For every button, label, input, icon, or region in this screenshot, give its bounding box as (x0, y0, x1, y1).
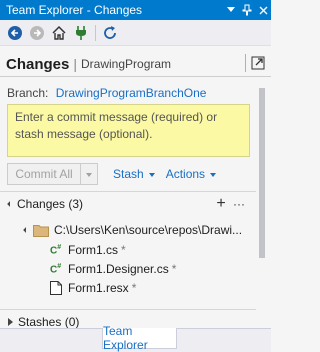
file-name: Form1.resx (68, 281, 129, 295)
tab-team-explorer[interactable]: Team Explorer (102, 324, 177, 352)
vertical-scrollbar[interactable] (258, 80, 268, 320)
changes-page: Changes | DrawingProgram Branch: Drawing… (0, 46, 271, 328)
back-icon[interactable] (4, 22, 26, 44)
stash-label: Stash (113, 167, 144, 181)
commit-dropdown-button[interactable] (81, 163, 98, 185)
branch-label: Branch: (7, 86, 49, 100)
repo-name: DrawingProgram (81, 57, 172, 71)
team-explorer-toolbar (0, 20, 271, 46)
pending-change-marker: * (121, 243, 126, 257)
chevron-down-icon (210, 172, 217, 177)
file-name: Form1.cs (68, 243, 119, 257)
bottom-tab-bar: Team Explorer (0, 324, 271, 352)
page-title: Changes (6, 55, 70, 73)
title-bar: Team Explorer - Changes (0, 0, 271, 20)
forward-icon[interactable] (26, 22, 48, 44)
collapse-triangle-icon[interactable] (8, 318, 13, 326)
file-name: Form1.Designer.cs (68, 262, 169, 276)
stashes-title: Stashes (0) (18, 315, 80, 328)
commit-all-button[interactable]: Commit All (7, 163, 81, 185)
plus-icon[interactable]: + (214, 195, 228, 212)
refresh-icon[interactable] (99, 22, 121, 44)
stash-button[interactable]: Stash (113, 167, 155, 181)
csharp-file-icon: C# (50, 243, 62, 257)
header-separator (0, 76, 271, 77)
actions-button[interactable]: Actions (165, 167, 217, 181)
section-divider (0, 309, 256, 310)
file-item[interactable]: C# Form1.cs * (50, 241, 256, 259)
expand-triangle-icon[interactable] (7, 201, 13, 207)
section-divider (0, 191, 256, 192)
file-item[interactable]: Form1.resx * (50, 279, 256, 297)
pending-change-marker: * (131, 281, 137, 295)
close-icon[interactable] (255, 1, 271, 19)
folder-icon (33, 224, 49, 237)
pending-change-marker: * (171, 262, 177, 276)
window-title: Team Explorer - Changes (6, 3, 143, 17)
resource-file-icon (50, 281, 68, 295)
changes-section-header[interactable]: Changes (3) + ··· (0, 195, 256, 212)
scrollbar-thumb[interactable] (259, 88, 265, 258)
toolbar-separator (95, 24, 96, 41)
open-in-new-window-icon[interactable] (250, 55, 266, 71)
chevron-down-icon[interactable] (223, 1, 239, 19)
pin-icon[interactable] (239, 1, 255, 19)
file-item[interactable]: C# Form1.Designer.cs * (50, 260, 256, 278)
actions-label: Actions (165, 167, 206, 181)
folder-node[interactable]: C:\Users\Ken\source\repos\Drawi... (20, 221, 256, 239)
more-options-icon[interactable]: ··· (230, 196, 248, 212)
chevron-down-icon (86, 172, 92, 177)
expand-triangle-icon[interactable] (23, 227, 29, 233)
folder-path: C:\Users\Ken\source\repos\Drawi... (54, 223, 243, 237)
title-divider: | (73, 56, 77, 72)
connect-icon[interactable] (70, 22, 92, 44)
home-icon[interactable] (48, 22, 70, 44)
branch-row: Branch: DrawingProgramBranchOne (7, 86, 255, 102)
commit-actions: Commit All Stash Actions (7, 163, 255, 185)
page-header: Changes | DrawingProgram (0, 52, 271, 76)
branch-link[interactable]: DrawingProgramBranchOne (56, 86, 207, 100)
changes-title: Changes (3) (17, 197, 84, 211)
commit-message-input[interactable]: Enter a commit message (required) or sta… (7, 104, 250, 157)
csharp-file-icon: C# (50, 262, 62, 276)
header-divider (245, 54, 246, 72)
chevron-down-icon (148, 172, 155, 177)
